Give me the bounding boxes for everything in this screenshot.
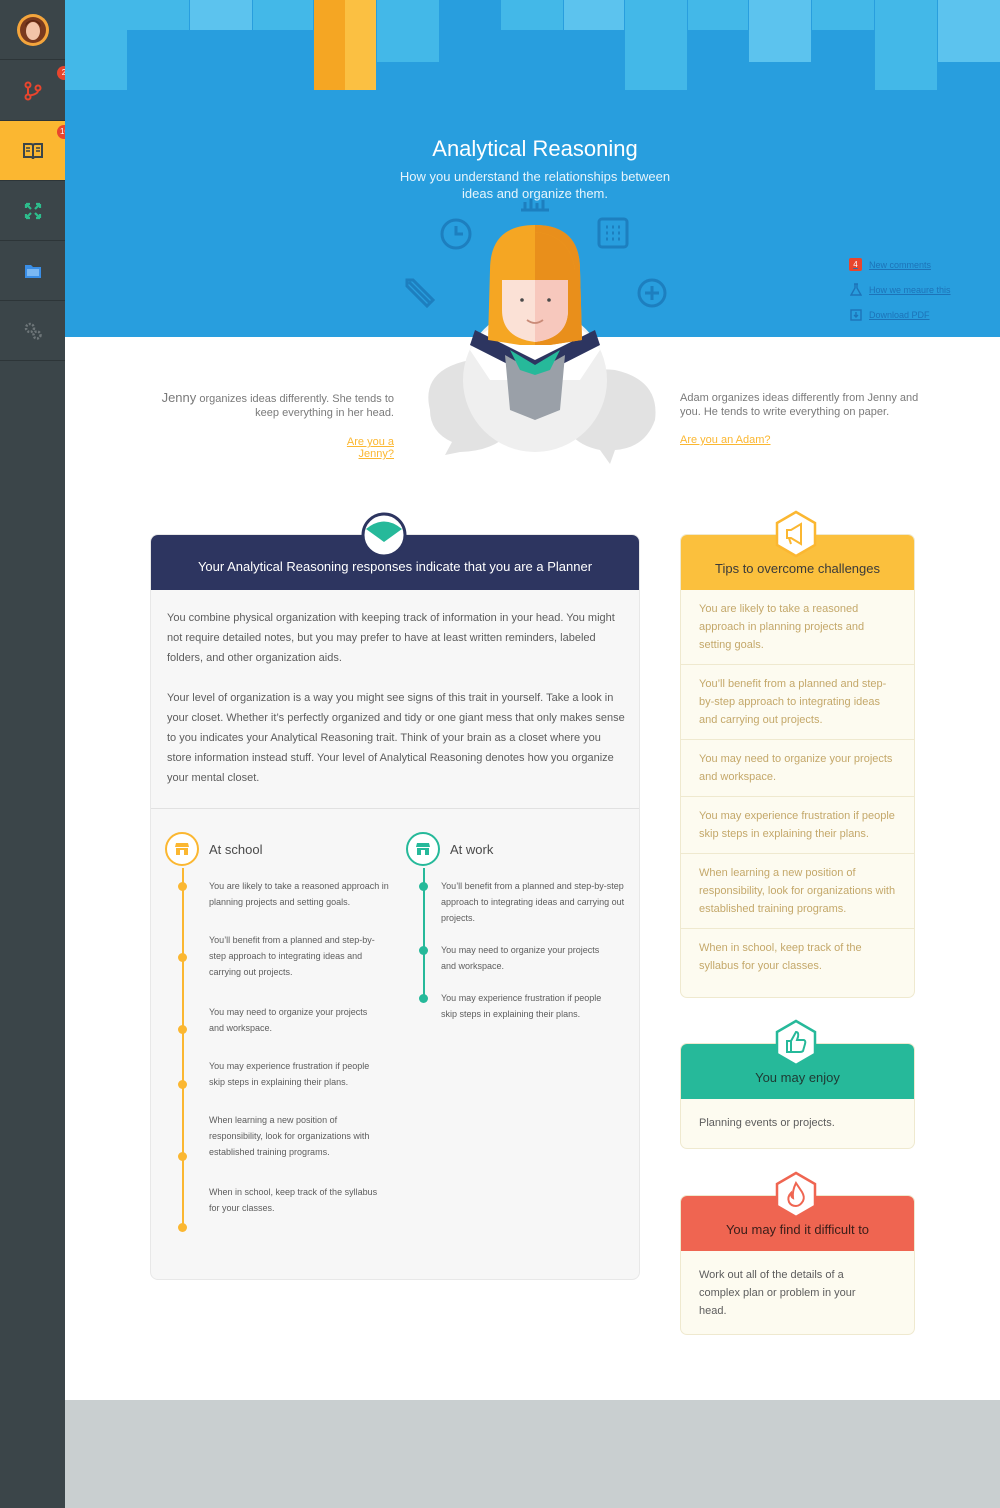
enjoy-text: Planning events or projects.: [699, 1117, 835, 1129]
sidebar-item-settings[interactable]: [0, 301, 65, 361]
page-title: Analytical Reasoning: [432, 136, 638, 161]
sidebar-avatar-item[interactable]: [0, 0, 65, 60]
school-item: When learning a new position of responsi…: [209, 1115, 370, 1157]
adam-description: Adam organizes ideas differently from Je…: [680, 392, 919, 418]
timeline-dot: [178, 1025, 187, 1034]
tips-card: Tips to overcome challenges You are like…: [680, 534, 915, 998]
decor-bar: [127, 0, 189, 30]
decor-bar: [190, 0, 252, 30]
avatar: [16, 13, 49, 46]
branch-icon: [24, 81, 41, 100]
flask-icon: [849, 283, 862, 296]
timeline-dot: [178, 953, 187, 962]
folder-icon: [24, 264, 41, 278]
character-illustration: [428, 225, 656, 464]
work-item: You’ll benefit from a planned and step-b…: [441, 881, 625, 923]
download-icon: [849, 308, 862, 321]
how-we-measure-link[interactable]: How we meaure this: [849, 283, 951, 296]
tip-item: You’ll benefit from a planned and step-b…: [681, 664, 914, 739]
decor-bar: [938, 0, 1000, 62]
decor-bar: [377, 0, 439, 62]
download-pdf-link[interactable]: Download PDF: [849, 308, 930, 321]
download-pdf-label: Download PDF: [869, 309, 930, 320]
sidebar-item-expand[interactable]: [0, 181, 65, 241]
footer-band: [65, 1400, 1000, 1508]
jenny-text: organizes ideas differently. She tends t…: [196, 393, 394, 419]
work-item: You may experience frustration if people…: [441, 993, 602, 1019]
timeline-dot: [419, 946, 428, 955]
jenny-name: Jenny: [161, 390, 197, 405]
timeline-dot: [178, 882, 187, 891]
timeline-dot: [178, 1223, 187, 1232]
sidebar-item-folder[interactable]: [0, 241, 65, 301]
divider: [151, 808, 639, 809]
chevron-badge-icon: [361, 512, 407, 558]
how-we-measure-label: How we meaure this: [869, 284, 951, 295]
book-icon: [22, 142, 43, 159]
are-you-jenny-link[interactable]: Are you a Jenny?: [310, 436, 394, 460]
work-title: At work: [450, 841, 494, 857]
tip-item: You may experience frustration if people…: [681, 796, 914, 853]
fire-icon: [775, 1171, 817, 1219]
decor-bar: [253, 0, 313, 30]
school-heading: At school: [165, 832, 262, 866]
decor-bar: [812, 0, 874, 30]
store-icon: [165, 832, 199, 866]
planner-result-card: Your Analytical Reasoning responses indi…: [150, 534, 640, 1280]
timeline-dot: [419, 882, 428, 891]
decor-bar: [564, 0, 624, 30]
decor-bar: [65, 0, 127, 90]
thumbs-up-icon: [775, 1019, 817, 1067]
school-item: When in school, keep track of the syllab…: [209, 1187, 378, 1213]
sidebar-item-book[interactable]: 10: [0, 121, 72, 181]
difficult-text: Work out all of the details of a complex…: [699, 1269, 856, 1317]
school-item: You’ll benefit from a planned and step-b…: [209, 935, 375, 977]
school-item: You are likely to take a reasoned approa…: [209, 881, 389, 907]
expand-icon: [24, 202, 41, 219]
jenny-description: Jenny organizes ideas differently. She t…: [160, 391, 394, 420]
decor-bar: [501, 0, 563, 30]
school-item: You may experience frustration if people…: [209, 1061, 370, 1087]
decor-bar: [688, 0, 748, 30]
new-comments-link[interactable]: 4 New comments: [849, 258, 931, 271]
decor-bar: [749, 0, 811, 62]
decor-bar: [625, 0, 687, 90]
gears-icon: [24, 322, 42, 340]
tip-item: When in school, keep track of the syllab…: [681, 928, 914, 985]
result-paragraph-1: You combine physical organization with k…: [167, 612, 615, 664]
are-you-adam-link[interactable]: Are you an Adam?: [680, 434, 800, 446]
timeline-dot: [178, 1080, 187, 1089]
sidebar-item-branch[interactable]: 2: [0, 61, 71, 121]
school-timeline-line: [182, 868, 184, 1228]
tip-item: You may need to organize your projects a…: [681, 739, 914, 796]
new-comments-label: New comments: [869, 259, 932, 270]
result-paragraph-2: Your level of organization is a way you …: [167, 692, 625, 784]
decor-bar: [875, 0, 937, 90]
school-title: At school: [209, 841, 263, 857]
bars-icon: [521, 199, 549, 212]
work-item: You may need to organize your projects a…: [441, 945, 600, 971]
tip-item: When learning a new position of responsi…: [681, 853, 914, 928]
comments-count-badge: 4: [849, 258, 862, 271]
school-item: You may need to organize your projects a…: [209, 1007, 368, 1033]
timeline-dot: [178, 1152, 187, 1161]
store-icon: [406, 832, 440, 866]
tip-item: You are likely to take a reasoned approa…: [699, 603, 865, 651]
timeline-dot: [419, 994, 428, 1003]
sidebar: 2 10: [0, 0, 72, 1508]
decor-bar: [345, 0, 376, 90]
megaphone-icon: [775, 510, 817, 558]
decor-bar: [314, 0, 345, 90]
work-heading: At work: [406, 832, 493, 866]
